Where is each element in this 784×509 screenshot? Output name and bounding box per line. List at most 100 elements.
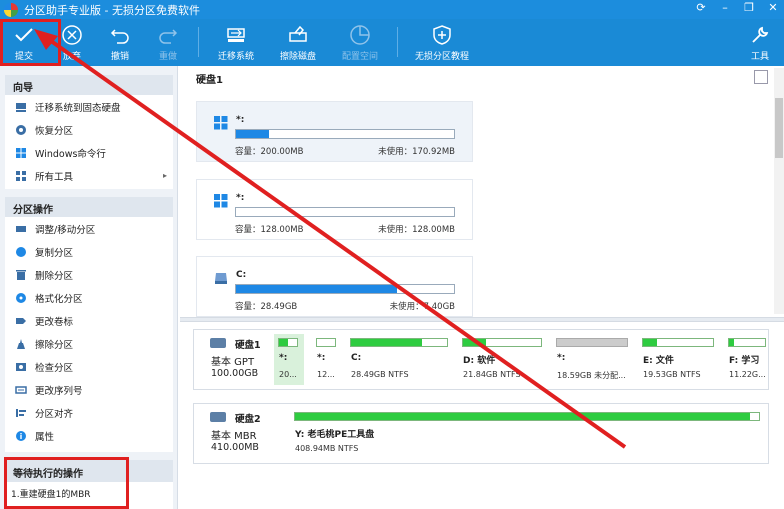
partition-info: 18.59GB 未分配... <box>557 371 626 380</box>
nav-check-partition[interactable]: 检查分区 <box>5 355 173 378</box>
partition-info: 12... <box>317 370 335 379</box>
nav-label: 删除分区 <box>35 270 74 282</box>
ops-list: 调整/移动分区 复制分区 删除分区 格式化分区 更改卷标 擦除分区 检查分区 更… <box>5 217 173 452</box>
partition-card[interactable]: *: 容量：128.00MB 未使用：128.00MB <box>196 179 473 240</box>
partition-card[interactable]: C: 容量：28.49GB 未使用：7.40GB <box>196 256 473 317</box>
nav-all-tools[interactable]: 所有工具 ▸ <box>5 164 173 187</box>
tools-label: 工具 <box>750 52 769 62</box>
nav-migrate-ssd[interactable]: 迁移系统到固态硬盘 <box>5 95 173 118</box>
format-icon <box>15 292 27 304</box>
wipe-disk-icon <box>287 24 309 46</box>
partition-info: 21.84GB NTFS <box>463 370 521 379</box>
disk-map-partition[interactable]: *: 12... <box>312 334 342 385</box>
nav-label: 所有工具 <box>35 171 74 183</box>
nav-resize-partition[interactable]: 调整/移动分区 <box>5 217 173 240</box>
partition-bar <box>350 338 448 347</box>
disk-map-partition[interactable]: C: 28.49GB NTFS <box>346 334 454 385</box>
scrollbar-thumb[interactable] <box>775 98 783 158</box>
title-bar: 分区助手专业版 - 无损分区免费软件 ⟳ – ❐ ✕ <box>0 0 784 19</box>
nav-align-partition[interactable]: 分区对齐 <box>5 401 173 424</box>
disk-type: 基本 MBR <box>211 431 257 442</box>
info-icon <box>15 430 27 442</box>
nav-change-label[interactable]: 更改卷标 <box>5 309 173 332</box>
nav-label: 更改卷标 <box>35 316 74 328</box>
disk-map-partition[interactable]: D: 软件 21.84GB NTFS <box>458 334 548 385</box>
capacity-text: 容量：200.00MB <box>235 147 304 157</box>
partition-card[interactable]: *: 容量：200.00MB 未使用：170.92MB <box>196 101 473 162</box>
nav-wipe-partition[interactable]: 擦除分区 <box>5 332 173 355</box>
nav-recover-partition[interactable]: 恢复分区 <box>5 118 173 141</box>
serial-icon <box>15 384 27 396</box>
wipe-disk-button[interactable]: 擦除磁盘 <box>267 19 329 66</box>
nav-label: 更改序列号 <box>35 385 83 397</box>
view-toggle-icon[interactable] <box>754 70 768 84</box>
disk-map-partition[interactable]: Y: 老毛桃PE工具盘 408.94MB NTFS <box>290 408 768 459</box>
capacity-text: 容量：128.00MB <box>235 225 304 235</box>
disk-row[interactable]: 硬盘2 基本 MBR 410.00MB Y: 老毛桃PE工具盘 408.94MB… <box>193 403 769 464</box>
allocate-space-icon <box>349 24 371 46</box>
tools-button[interactable]: 工具 <box>736 19 784 66</box>
delete-icon <box>15 269 27 281</box>
undo-label: 撤销 <box>110 52 129 62</box>
undo-button[interactable]: 撤销 <box>96 19 144 66</box>
label-icon <box>15 315 27 327</box>
partition-info: 408.94MB NTFS <box>295 444 359 453</box>
recover-icon <box>15 124 27 136</box>
nav-copy-partition[interactable]: 复制分区 <box>5 240 173 263</box>
nav-change-serial[interactable]: 更改序列号 <box>5 378 173 401</box>
discard-label: 放弃 <box>62 52 81 62</box>
nav-windows-cmd[interactable]: Windows命令行 <box>5 141 173 164</box>
usage-bar <box>235 284 455 294</box>
close-button[interactable]: ✕ <box>766 1 780 14</box>
redo-label: 重做 <box>158 52 177 62</box>
wipe-icon <box>15 338 27 350</box>
discard-icon <box>61 24 83 46</box>
disk-map-partition[interactable]: *: 18.59GB 未分配... <box>552 334 632 385</box>
nav-label: 迁移系统到固态硬盘 <box>35 102 121 114</box>
minimize-button[interactable]: – <box>718 1 732 14</box>
partition-label: Y: 老毛桃PE工具盘 <box>295 430 375 440</box>
partition-label: *: <box>557 353 566 363</box>
maximize-button[interactable]: ❐ <box>742 1 756 14</box>
nav-label: 格式化分区 <box>35 293 83 305</box>
tutorial-button[interactable]: 无损分区教程 <box>404 19 480 66</box>
capacity-text: 容量：28.49GB <box>235 302 298 312</box>
usage-bar <box>235 129 455 139</box>
wizard-section-title: 向导 <box>5 75 173 95</box>
partition-label: C: <box>351 353 362 363</box>
disk-size: 100.00GB <box>211 368 259 379</box>
partition-bar <box>728 338 766 347</box>
disk-row[interactable]: 硬盘1 基本 GPT 100.00GB *: 20... *: 12... C:… <box>193 329 769 390</box>
nav-format-partition[interactable]: 格式化分区 <box>5 286 173 309</box>
disk-map-partition[interactable]: F: 学习 11.22G... <box>724 334 768 385</box>
window-controls: ⟳ – ❐ ✕ <box>694 1 780 14</box>
redo-button[interactable]: 重做 <box>144 19 192 66</box>
drive-icon <box>214 271 228 285</box>
disk-map-partition[interactable]: E: 文件 19.53GB NTFS <box>638 334 718 385</box>
partition-label: *: <box>279 353 288 363</box>
vertical-scrollbar[interactable] <box>774 68 784 314</box>
partition-info: 28.49GB NTFS <box>351 370 409 379</box>
partition-bar <box>316 338 336 347</box>
nav-label: 调整/移动分区 <box>35 224 96 236</box>
ssd-icon <box>15 101 27 113</box>
refresh-icon[interactable]: ⟳ <box>694 1 708 14</box>
partition-bar-fill <box>351 339 423 346</box>
migrate-system-button[interactable]: 迁移系统 <box>205 19 267 66</box>
tools-icon <box>749 24 771 46</box>
disk-map-partition[interactable]: *: 20... <box>274 334 304 385</box>
panel-splitter[interactable] <box>180 317 784 322</box>
nav-delete-partition[interactable]: 删除分区 <box>5 263 173 286</box>
disk-name: 硬盘2 <box>235 414 261 425</box>
tutorial-label: 无损分区教程 <box>414 52 469 62</box>
unused-text: 未使用：7.40GB <box>389 302 455 312</box>
wipe-disk-label: 擦除磁盘 <box>279 52 316 62</box>
redo-icon <box>157 24 179 46</box>
migrate-system-label: 迁移系统 <box>217 52 254 62</box>
allocate-space-button[interactable]: 配置空间 <box>329 19 391 66</box>
usage-bar <box>235 207 455 217</box>
disk-size: 410.00MB <box>211 442 259 453</box>
hard-disk-icon <box>210 412 226 422</box>
nav-properties[interactable]: 属性 <box>5 424 173 447</box>
nav-label: Windows命令行 <box>35 148 106 160</box>
